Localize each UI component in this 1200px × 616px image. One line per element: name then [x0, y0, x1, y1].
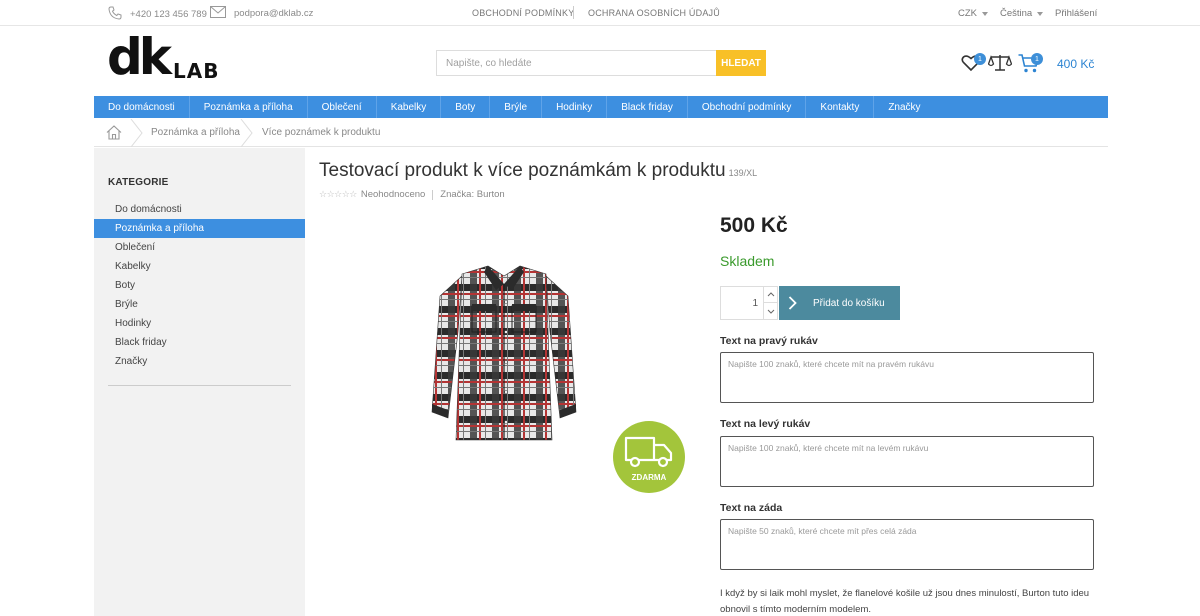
- breadcrumb-item[interactable]: Poznámka a příloha: [151, 127, 240, 138]
- left-sleeve-label: Text na levý rukáv: [720, 418, 811, 430]
- breadcrumb-current: Více poznámek k produktu: [262, 127, 381, 138]
- right-sleeve-label: Text na pravý rukáv: [720, 335, 818, 347]
- brand-label[interactable]: Značka: Burton: [440, 189, 504, 200]
- phone-contact[interactable]: +420 123 456 789: [108, 6, 207, 23]
- free-shipping-label: ZDARMA: [631, 473, 667, 482]
- sidebar-item-clothing[interactable]: Oblečení: [94, 238, 305, 257]
- logo-main: dk: [107, 28, 172, 86]
- search-button[interactable]: HLEDAT: [716, 50, 766, 76]
- currency-value: CZK: [958, 8, 977, 19]
- language-select[interactable]: Čeština: [1000, 8, 1044, 19]
- sidebar-item-shoes[interactable]: Boty: [94, 276, 305, 295]
- main-navigation: Do domácnosti Poznámka a příloha Oblečen…: [94, 96, 1108, 118]
- category-sidebar: KATEGORIE Do domácnosti Poznámka a přílo…: [94, 148, 305, 616]
- rating-text: Neohodnoceno: [360, 189, 426, 200]
- nav-item-terms[interactable]: Obchodní podmínky: [688, 96, 807, 118]
- product-description: I když by si laik mohl myslet, že flanel…: [720, 588, 1090, 615]
- currency-select[interactable]: CZK: [958, 8, 988, 19]
- nav-item-clothing[interactable]: Oblečení: [308, 96, 377, 118]
- sidebar-item-brands[interactable]: Značky: [94, 352, 305, 371]
- product-title: Testovací produkt k více poznámkám k pro…: [319, 160, 757, 182]
- product-meta: ☆☆☆☆☆ Neohodnoceno Značka: Burton: [319, 189, 505, 200]
- product-image[interactable]: [426, 262, 582, 451]
- language-value: Čeština: [1000, 8, 1033, 19]
- quantity-input[interactable]: 1: [721, 287, 763, 319]
- product-price: 500 Kč: [720, 214, 788, 237]
- chevron-down-icon: [982, 11, 988, 16]
- search-bar: HLEDAT: [436, 50, 766, 76]
- cart-total[interactable]: 400 Kč: [1057, 57, 1094, 71]
- nav-item-glasses[interactable]: Brýle: [490, 96, 543, 118]
- breadcrumb: Poznámka a příloha Více poznámek k produ…: [94, 119, 1108, 147]
- mail-icon: [210, 6, 234, 21]
- breadcrumb-separator: [130, 119, 143, 147]
- cart-count-badge: 1: [1031, 53, 1043, 65]
- chevron-down-icon: [1037, 11, 1044, 16]
- nav-item-shoes[interactable]: Boty: [441, 96, 491, 118]
- phone-icon: [108, 6, 130, 23]
- home-icon[interactable]: [106, 125, 122, 143]
- product-code: 139/XL: [728, 168, 758, 178]
- back-text-label: Text na záda: [720, 502, 783, 514]
- privacy-link[interactable]: OCHRANA OSOBNÍCH ÚDAJŮ: [588, 8, 720, 18]
- back-text-field[interactable]: [720, 519, 1094, 570]
- sidebar-item-handbags[interactable]: Kabelky: [94, 257, 305, 276]
- right-sleeve-text-field[interactable]: [720, 352, 1094, 403]
- phone-number: +420 123 456 789: [130, 9, 207, 20]
- add-to-cart-label: Přidat do košíku: [813, 297, 885, 309]
- sidebar-divider: [108, 385, 291, 386]
- chevron-down-icon: [767, 309, 774, 314]
- sidebar-title: KATEGORIE: [108, 177, 169, 188]
- login-link[interactable]: Přihlášení: [1055, 8, 1097, 19]
- divider: [573, 6, 574, 19]
- nav-item-household[interactable]: Do domácnosti: [94, 96, 190, 118]
- quantity-decrease-button[interactable]: [763, 303, 777, 319]
- sidebar-item-watches[interactable]: Hodinky: [94, 314, 305, 333]
- nav-item-brands[interactable]: Značky: [874, 96, 934, 118]
- email-address: podpora@dklab.cz: [234, 8, 314, 19]
- rating-stars-icon[interactable]: ☆☆☆☆☆: [319, 189, 357, 200]
- product-name: Testovací produkt k více poznámkám k pro…: [319, 160, 726, 181]
- quantity-stepper: 1: [720, 286, 778, 320]
- sidebar-item-black-friday[interactable]: Black friday: [94, 333, 305, 352]
- logo-sub: LAB: [173, 59, 220, 83]
- nav-item-black-friday[interactable]: Black friday: [607, 96, 688, 118]
- availability-status: Skladem: [720, 253, 775, 269]
- chevron-up-icon: [767, 292, 774, 297]
- sidebar-item-household[interactable]: Do domácnosti: [94, 200, 305, 219]
- nav-item-contacts[interactable]: Kontakty: [806, 96, 875, 118]
- nav-item-handbags[interactable]: Kabelky: [377, 96, 442, 118]
- search-input[interactable]: [437, 51, 715, 75]
- chevron-right-icon: [779, 296, 805, 310]
- top-bar: +420 123 456 789 podpora@dklab.cz OBCHOD…: [0, 0, 1200, 26]
- wishlist-button[interactable]: 1: [961, 53, 986, 74]
- breadcrumb-separator: [240, 119, 253, 147]
- compare-button[interactable]: [987, 54, 1013, 75]
- email-contact[interactable]: podpora@dklab.cz: [210, 6, 313, 21]
- quantity-increase-button[interactable]: [763, 287, 777, 303]
- terms-link[interactable]: OBCHODNÍ PODMÍNKY: [472, 8, 574, 18]
- cart-button[interactable]: 1: [1018, 53, 1044, 77]
- cart-icon: [1018, 54, 1040, 77]
- wishlist-count-badge: 1: [974, 53, 986, 65]
- nav-item-note-attachment[interactable]: Poznámka a příloha: [190, 96, 308, 118]
- left-sleeve-text-field[interactable]: [720, 436, 1094, 487]
- divider: [432, 189, 434, 200]
- site-logo[interactable]: dk LAB: [107, 32, 227, 84]
- add-to-cart-button[interactable]: Přidat do košíku: [779, 286, 900, 320]
- free-shipping-badge: ZDARMA: [613, 421, 685, 493]
- sidebar-item-note-attachment[interactable]: Poznámka a příloha: [94, 219, 305, 238]
- scales-icon: [987, 55, 1013, 75]
- sidebar-item-glasses[interactable]: Brýle: [94, 295, 305, 314]
- nav-item-watches[interactable]: Hodinky: [542, 96, 608, 118]
